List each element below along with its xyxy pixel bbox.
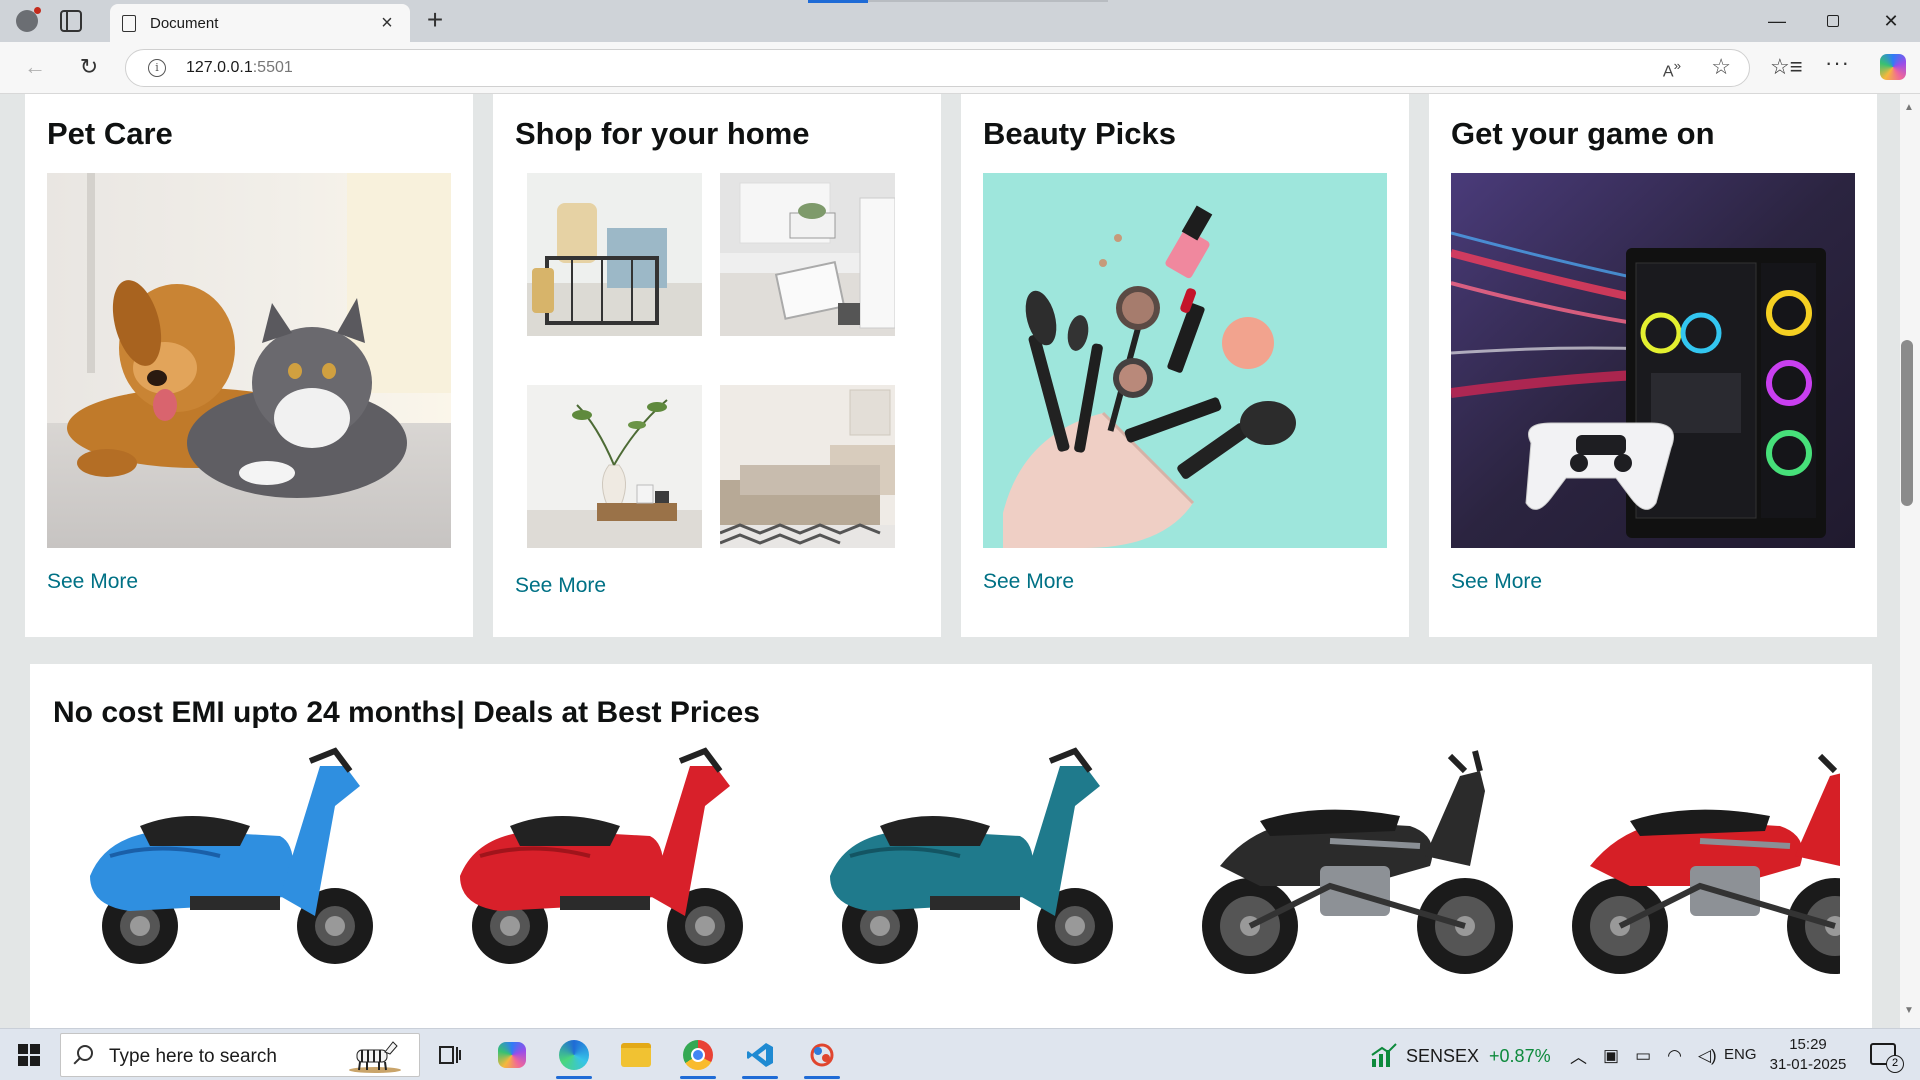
clock[interactable]: 15:29 31-01-2025: [1768, 1035, 1848, 1075]
tab-close-icon[interactable]: ×: [376, 12, 398, 35]
wifi-icon[interactable]: ◠: [1667, 1046, 1682, 1066]
card-title: Pet Care: [47, 116, 173, 151]
widget-label: SENSEX: [1406, 1045, 1480, 1066]
card-pet-care: Pet Care See More: [25, 94, 473, 637]
page-icon: [122, 14, 136, 32]
bike-image[interactable]: [440, 746, 790, 976]
back-arrow-icon[interactable]: ←: [20, 52, 50, 82]
device-icon[interactable]: ▣: [1603, 1046, 1619, 1066]
see-more-link[interactable]: See More: [983, 570, 1074, 594]
bike-carousel: [70, 746, 1840, 976]
copilot-taskbar-icon[interactable]: [490, 1035, 534, 1075]
app-launcher-icon[interactable]: [800, 1035, 844, 1079]
pet-care-image[interactable]: [47, 173, 451, 548]
bike-illustration: [460, 747, 743, 964]
card-title: Get your game on: [1451, 116, 1715, 151]
url-host: 127.0.0.1: [186, 59, 253, 76]
bike-image[interactable]: [70, 746, 420, 976]
windows-start-icon[interactable]: [18, 1044, 40, 1066]
home-vase-image[interactable]: [527, 385, 702, 548]
chevron-up-icon[interactable]: ︿: [1570, 1043, 1587, 1068]
stock-widget[interactable]: SENSEX +0.87%: [1370, 1039, 1570, 1073]
address-bar[interactable]: i 127.0.0.1:5501 A» ☆: [125, 49, 1750, 87]
card-beauty-picks: Beauty Picks See More: [961, 94, 1409, 637]
profile-button[interactable]: [10, 6, 44, 36]
see-more-link[interactable]: See More: [1451, 570, 1542, 594]
restore-button[interactable]: [1808, 6, 1858, 36]
widget-change: +0.87%: [1489, 1045, 1551, 1066]
scroll-down-arrow-icon[interactable]: ▼: [1904, 1005, 1914, 1016]
battery-icon[interactable]: ▭: [1635, 1046, 1651, 1066]
see-more-link[interactable]: See More: [515, 574, 606, 598]
card-title: Beauty Picks: [983, 116, 1176, 151]
volume-icon[interactable]: ◁): [1698, 1046, 1717, 1066]
card-shop-home: Shop for your home See More: [493, 94, 941, 637]
copilot-icon[interactable]: [1880, 54, 1906, 80]
task-view-icon[interactable]: [428, 1035, 472, 1075]
browser-toolbar: ← ↻ i 127.0.0.1:5501 A» ☆ ☆≡ ···: [0, 42, 1920, 94]
emi-deals-section: No cost EMI upto 24 months| Deals at Bes…: [30, 664, 1872, 1028]
minimize-button[interactable]: —: [1752, 6, 1802, 36]
page-viewport: Pet Care See More Shop for your home See…: [0, 94, 1900, 1028]
favorites-icon[interactable]: ☆≡: [1770, 54, 1803, 80]
home-storage-image[interactable]: [720, 173, 895, 336]
bike-illustration: [830, 747, 1113, 964]
taskbar-search-box[interactable]: Type here to search: [60, 1033, 420, 1077]
tab-scroll-indicator: [808, 0, 868, 3]
clock-date: 31-01-2025: [1769, 1056, 1847, 1073]
language-indicator[interactable]: ENG: [1724, 1046, 1757, 1063]
search-placeholder: Type here to search: [109, 1046, 277, 1067]
bike-illustration: [90, 747, 373, 964]
beauty-picks-image[interactable]: [983, 173, 1387, 548]
url-port: :5501: [252, 59, 293, 76]
card-title: Shop for your home: [515, 116, 810, 151]
browser-tab-bar: Document × + — ✕: [0, 0, 1920, 42]
gaming-image[interactable]: [1451, 173, 1855, 548]
notification-count: 2: [1886, 1055, 1904, 1073]
bike-illustration: [1202, 750, 1513, 974]
page-scrollbar[interactable]: [1900, 94, 1920, 1028]
new-tab-button[interactable]: +: [420, 6, 450, 36]
vertical-tabs-icon[interactable]: [60, 10, 82, 32]
bike-illustration: [1572, 753, 1840, 974]
tab-scroll-track: [868, 0, 1108, 2]
address-url[interactable]: 127.0.0.1:5501: [186, 59, 293, 77]
see-more-link[interactable]: See More: [47, 570, 138, 594]
home-bedroom-image[interactable]: [720, 385, 895, 548]
file-explorer-icon[interactable]: [614, 1035, 658, 1075]
site-info-icon[interactable]: i: [148, 59, 166, 77]
bike-image[interactable]: [810, 746, 1160, 976]
card-gaming: Get your game on See More: [1429, 94, 1877, 637]
read-aloud-icon[interactable]: A»: [1663, 58, 1681, 81]
chrome-icon[interactable]: [676, 1035, 720, 1079]
bike-image[interactable]: [1550, 746, 1840, 976]
system-tray: ︿ ▣ ▭ ◠ ◁): [1570, 1043, 1717, 1068]
clock-time: 15:29: [1789, 1036, 1827, 1053]
bike-image[interactable]: [1180, 746, 1530, 976]
close-window-button[interactable]: ✕: [1866, 6, 1916, 36]
stock-chart-icon: [1371, 1043, 1397, 1067]
windows-taskbar: Type here to search SENSEX +0.87% ︿ ▣ ▭: [0, 1028, 1920, 1080]
tab-title: Document: [150, 14, 219, 32]
notification-icon[interactable]: 2: [1870, 1043, 1904, 1073]
vscode-icon[interactable]: [738, 1035, 782, 1079]
profile-avatar-icon: [16, 7, 41, 32]
star-icon[interactable]: ☆: [1711, 54, 1731, 80]
zebra-search-highlight-icon: [349, 1041, 401, 1073]
reload-icon[interactable]: ↻: [74, 52, 104, 82]
tab-document[interactable]: Document ×: [110, 4, 410, 42]
search-icon: [77, 1045, 93, 1061]
section-title: No cost EMI upto 24 months| Deals at Bes…: [53, 696, 760, 729]
scrollbar-thumb[interactable]: [1901, 340, 1913, 506]
home-basket-image[interactable]: [527, 173, 702, 336]
scroll-up-arrow-icon[interactable]: ▲: [1904, 102, 1914, 113]
more-options-icon[interactable]: ···: [1825, 50, 1850, 76]
edge-browser-icon[interactable]: [552, 1035, 596, 1079]
